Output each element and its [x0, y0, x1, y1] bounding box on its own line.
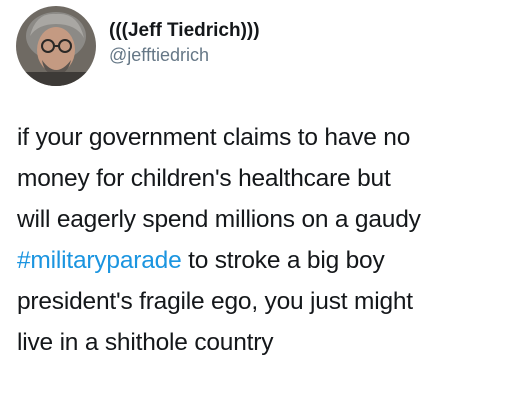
tweet-text-fragment: to stroke a big boy	[181, 247, 385, 274]
tweet: (((Jeff Tiedrich))) @jefftiedrich if you…	[0, 0, 517, 408]
tweet-text-line: president's fragile ego, you just might	[17, 288, 413, 315]
tweet-text-line: if your government claims to have no	[17, 124, 411, 151]
tweet-text-line: #militaryparade to stroke a big boy	[17, 240, 517, 281]
avatar[interactable]	[16, 6, 96, 86]
display-name[interactable]: (((Jeff Tiedrich)))	[109, 19, 260, 43]
author-names: (((Jeff Tiedrich))) @jefftiedrich	[109, 19, 260, 66]
tweet-text-line: will eagerly spend millions on a gaudy	[17, 206, 421, 233]
tweet-text-line: money for children's healthcare but	[17, 165, 391, 192]
hashtag-link[interactable]: #militaryparade	[17, 247, 182, 274]
tweet-text: if your government claims to have no mon…	[17, 117, 517, 363]
user-handle[interactable]: @jefftiedrich	[109, 44, 260, 66]
tweet-header: (((Jeff Tiedrich))) @jefftiedrich	[16, 6, 260, 86]
avatar-image	[16, 6, 96, 86]
tweet-text-line: live in a shithole country	[17, 329, 274, 356]
